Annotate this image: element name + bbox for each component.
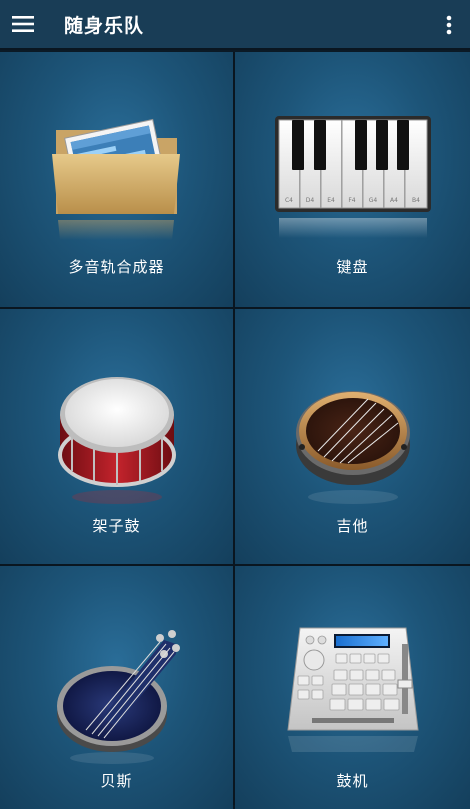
key-label-e4: E4 [327,197,335,204]
instrument-grid: 多音轨合成器 C4 D4 E4 F4 G4 A4 B4 键盘 架子鼓 吉他 贝斯… [0,52,470,809]
hamburger-menu-icon [12,16,34,32]
bass-guitar-icon [56,630,180,764]
key-label-g4: G4 [368,197,377,204]
instrument-label-drums: 架子鼓 [92,517,141,535]
instrument-label-bass: 贝斯 [100,772,133,790]
instrument-label-drum-machine: 鼓机 [336,772,369,790]
guitar-icon [295,391,410,504]
instrument-label-guitar: 吉他 [336,517,369,535]
overflow-menu-button[interactable] [434,0,464,50]
snare-drum-icon [57,377,176,504]
key-label-f4: F4 [348,197,355,204]
multitrack-folder-icon [51,118,180,240]
instrument-tile-multitrack[interactable]: 多音轨合成器 [0,52,233,307]
more-vertical-icon [446,15,452,35]
instrument-label-keyboard: 键盘 [336,258,369,276]
instrument-tile-guitar[interactable]: 吉他 [235,309,470,564]
hamburger-menu-button[interactable] [0,0,46,49]
piano-keyboard-icon: C4 D4 E4 F4 G4 A4 B4 [274,116,431,238]
instrument-tile-drum-machine[interactable]: 鼓机 [235,566,470,809]
instrument-tile-drums[interactable]: 架子鼓 [0,309,233,564]
instrument-label-multitrack: 多音轨合成器 [68,258,165,276]
instrument-tile-bass[interactable]: 贝斯 [0,566,233,809]
app-bar: 随身乐队 [0,0,470,50]
key-label-c4: C4 [284,197,292,204]
key-label-a4: A4 [390,197,398,204]
instrument-tile-keyboard[interactable]: C4 D4 E4 F4 G4 A4 B4 键盘 [235,52,470,307]
key-label-b4: B4 [412,197,420,204]
key-label-d4: D4 [305,197,314,204]
app-title: 随身乐队 [64,14,145,37]
drum-machine-icon [286,627,419,752]
